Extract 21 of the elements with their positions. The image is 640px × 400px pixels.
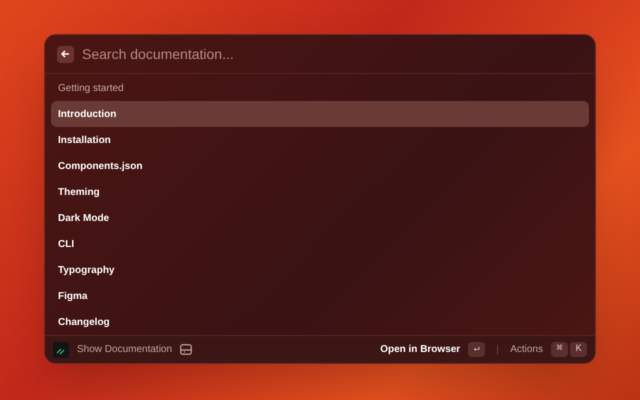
open-in-browser-button[interactable]: Open in Browser xyxy=(380,342,460,357)
list-item[interactable]: CLI xyxy=(51,231,589,257)
panel-icon xyxy=(180,344,192,355)
list-item[interactable]: Typography xyxy=(51,257,589,283)
list-item[interactable]: Components.json xyxy=(51,153,589,179)
section-title: Getting started xyxy=(57,82,125,96)
search-field[interactable]: Search documentation... xyxy=(82,44,583,64)
enter-key: ↵ xyxy=(468,342,486,357)
list-item[interactable]: Theming xyxy=(51,179,589,205)
extension-icon xyxy=(53,342,69,358)
list-item[interactable]: Changelog xyxy=(51,309,589,335)
list-item[interactable]: Figma xyxy=(51,283,589,309)
back-arrow-icon xyxy=(61,50,70,58)
shortcut-key: K xyxy=(570,342,587,357)
footer-title: Show Documentation xyxy=(77,343,172,357)
list-item[interactable]: Installation xyxy=(51,127,589,153)
back-button[interactable] xyxy=(57,46,74,62)
shortcut-key: ⌘ xyxy=(551,342,568,357)
actions-button[interactable]: Actions xyxy=(510,342,543,357)
list-item[interactable]: Introduction xyxy=(51,101,589,127)
list-item[interactable]: Dark Mode xyxy=(51,205,589,231)
